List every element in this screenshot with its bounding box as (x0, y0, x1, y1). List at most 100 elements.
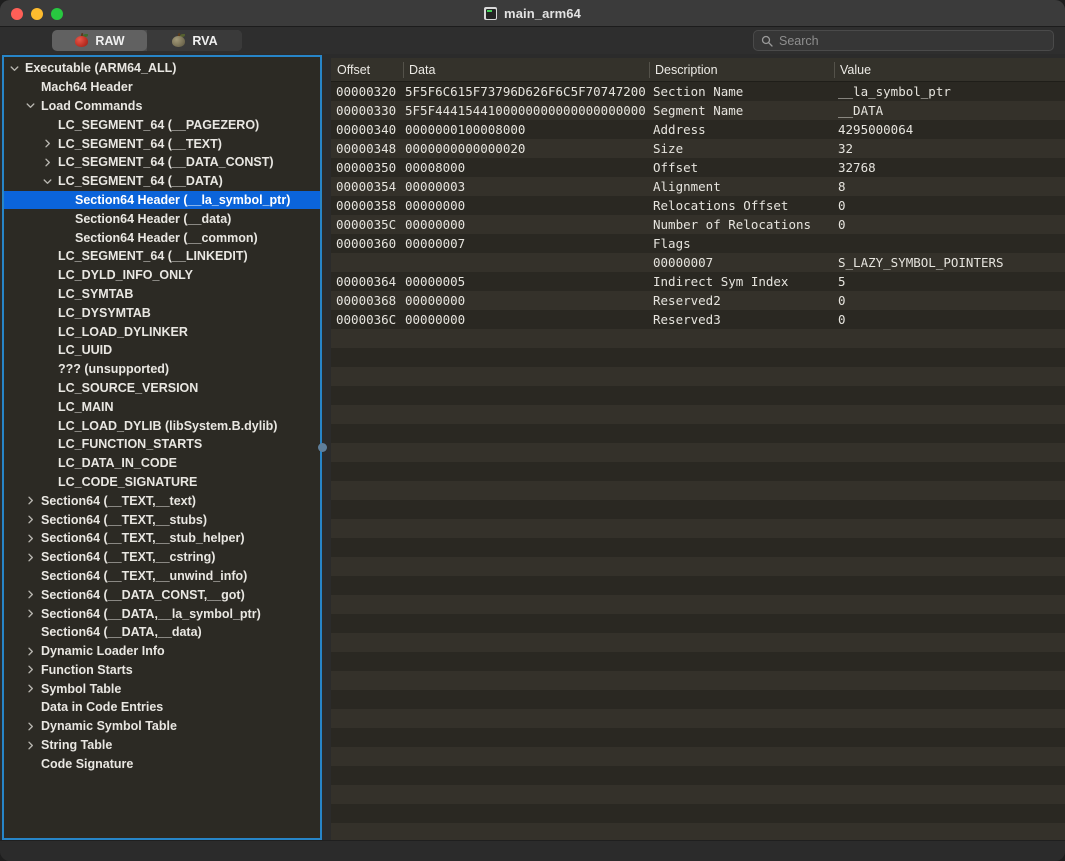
column-divider[interactable] (834, 62, 835, 78)
tree-item[interactable]: Section64 (__TEXT,__stub_helper) (4, 529, 320, 548)
tree-item[interactable]: Section64 (__DATA,__la_symbol_ptr) (4, 604, 320, 623)
chevron-right-icon[interactable] (25, 664, 36, 675)
table-row-empty[interactable] (331, 500, 1065, 519)
table-row-empty[interactable] (331, 481, 1065, 500)
search-field[interactable]: Search (753, 30, 1054, 51)
tab-rva[interactable]: RVA (147, 30, 242, 51)
tree-item[interactable]: LC_SEGMENT_64 (__PAGEZERO) (4, 115, 320, 134)
sidebar-resize-handle[interactable] (318, 443, 327, 452)
table-row[interactable]: 00000007 S_LAZY_SYMBOL_POINTERS (331, 253, 1065, 272)
table-row-empty[interactable] (331, 367, 1065, 386)
tree-item[interactable]: LC_SYMTAB (4, 285, 320, 304)
chevron-right-icon[interactable] (25, 589, 36, 600)
table-row[interactable]: 00000340 0000000100008000 Address 429500006… (331, 120, 1065, 139)
column-divider[interactable] (649, 62, 650, 78)
chevron-right-icon[interactable] (25, 514, 36, 525)
column-header-description[interactable]: Description (649, 58, 834, 82)
table-row-empty[interactable] (331, 823, 1065, 840)
table-row-empty[interactable] (331, 728, 1065, 747)
tree-item[interactable]: LC_SEGMENT_64 (__DATA) (4, 172, 320, 191)
chevron-down-icon[interactable] (9, 63, 20, 74)
tree-item[interactable]: String Table (4, 736, 320, 755)
table-row-empty[interactable] (331, 348, 1065, 367)
tree-item[interactable]: Section64 Header (__la_symbol_ptr) (4, 190, 320, 210)
table-row-empty[interactable] (331, 576, 1065, 595)
tree-item[interactable]: LC_DYLD_INFO_ONLY (4, 266, 320, 285)
tree-item[interactable]: Executable (ARM64_ALL) (4, 59, 320, 78)
chevron-right-icon[interactable] (25, 683, 36, 694)
table-row[interactable]: 00000348 0000000000000020 Size 32 (331, 139, 1065, 158)
tree-item[interactable]: Section64 (__DATA_CONST,__got) (4, 585, 320, 604)
chevron-down-icon[interactable] (42, 176, 53, 187)
chevron-right-icon[interactable] (25, 646, 36, 657)
tree-item[interactable]: Code Signature (4, 754, 320, 773)
chevron-right-icon[interactable] (25, 533, 36, 544)
table-row-empty[interactable] (331, 804, 1065, 823)
table-row[interactable]: 0000035C 00000000 Number of Relocations 0 (331, 215, 1065, 234)
structure-tree-panel[interactable]: Executable (ARM64_ALL) Mach64 Header Load … (2, 55, 322, 840)
table-row[interactable]: 00000320 5F5F6C615F73796D626F6C5F70747200… (331, 82, 1065, 101)
tree-item[interactable]: Section64 (__TEXT,__unwind_info) (4, 567, 320, 586)
table-row-empty[interactable] (331, 557, 1065, 576)
table-row[interactable]: 00000368 00000000 Reserved2 0 (331, 291, 1065, 310)
tree-item[interactable]: Section64 Header (__common) (4, 228, 320, 247)
table-row-empty[interactable] (331, 766, 1065, 785)
column-header-offset[interactable]: Offset (331, 58, 403, 82)
chevron-right-icon[interactable] (25, 721, 36, 732)
tree-item[interactable]: ??? (unsupported) (4, 360, 320, 379)
table-row-empty[interactable] (331, 462, 1065, 481)
table-row-empty[interactable] (331, 424, 1065, 443)
chevron-down-icon[interactable] (25, 100, 36, 111)
tree-item[interactable]: LC_CODE_SIGNATURE (4, 473, 320, 492)
column-divider[interactable] (403, 62, 404, 78)
tree-item[interactable]: LC_SOURCE_VERSION (4, 379, 320, 398)
tree-item[interactable]: LC_UUID (4, 341, 320, 360)
tab-raw[interactable]: RAW (52, 30, 147, 51)
table-row-empty[interactable] (331, 785, 1065, 804)
tree-item[interactable]: LC_SEGMENT_64 (__DATA_CONST) (4, 153, 320, 172)
tree-item[interactable]: Section64 (__TEXT,__text) (4, 491, 320, 510)
chevron-right-icon[interactable] (25, 552, 36, 563)
tree-item[interactable]: Dynamic Symbol Table (4, 717, 320, 736)
table-row-empty[interactable] (331, 405, 1065, 424)
address-mode-segmented-control[interactable]: RAW RVA (52, 30, 242, 51)
column-header-data[interactable]: Data (403, 58, 649, 82)
tree-item[interactable]: LC_LOAD_DYLINKER (4, 322, 320, 341)
tree-item[interactable]: LC_LOAD_DYLIB (libSystem.B.dylib) (4, 416, 320, 435)
tree-item[interactable]: LC_MAIN (4, 397, 320, 416)
table-row-empty[interactable] (331, 633, 1065, 652)
table-row-empty[interactable] (331, 519, 1065, 538)
chevron-right-icon[interactable] (25, 608, 36, 619)
chevron-right-icon[interactable] (25, 740, 36, 751)
tree-item[interactable]: Symbol Table (4, 679, 320, 698)
tree-item[interactable]: Section64 (__TEXT,__stubs) (4, 510, 320, 529)
table-row[interactable]: 00000358 00000000 Relocations Offset 0 (331, 196, 1065, 215)
tree-item[interactable]: Dynamic Loader Info (4, 642, 320, 661)
table-row-empty[interactable] (331, 386, 1065, 405)
table-row-empty[interactable] (331, 709, 1065, 728)
tree-item[interactable]: LC_DATA_IN_CODE (4, 454, 320, 473)
table-row-empty[interactable] (331, 538, 1065, 557)
chevron-right-icon[interactable] (42, 157, 53, 168)
tree-item[interactable]: LC_FUNCTION_STARTS (4, 435, 320, 454)
tree-item[interactable]: Function Starts (4, 661, 320, 680)
column-header-value[interactable]: Value (834, 58, 1065, 82)
table-row-empty[interactable] (331, 595, 1065, 614)
table-row-empty[interactable] (331, 329, 1065, 348)
table-row-empty[interactable] (331, 443, 1065, 462)
tree-item[interactable]: Load Commands (4, 97, 320, 116)
tree-item[interactable]: Mach64 Header (4, 78, 320, 97)
tree-item[interactable]: LC_DYSYMTAB (4, 303, 320, 322)
tree-item[interactable]: Section64 (__DATA,__data) (4, 623, 320, 642)
tree-item[interactable]: LC_SEGMENT_64 (__LINKEDIT) (4, 247, 320, 266)
chevron-right-icon[interactable] (25, 495, 36, 506)
table-row[interactable]: 00000350 00008000 Offset 32768 (331, 158, 1065, 177)
table-row[interactable]: 00000330 5F5F4441544100000000000000000000… (331, 101, 1065, 120)
table-row[interactable]: 00000364 00000005 Indirect Sym Index 5 (331, 272, 1065, 291)
table-row-empty[interactable] (331, 671, 1065, 690)
table-row-empty[interactable] (331, 614, 1065, 633)
tree-item[interactable]: Section64 Header (__data) (4, 209, 320, 228)
table-row-empty[interactable] (331, 652, 1065, 671)
chevron-right-icon[interactable] (42, 138, 53, 149)
tree-item[interactable]: LC_SEGMENT_64 (__TEXT) (4, 134, 320, 153)
